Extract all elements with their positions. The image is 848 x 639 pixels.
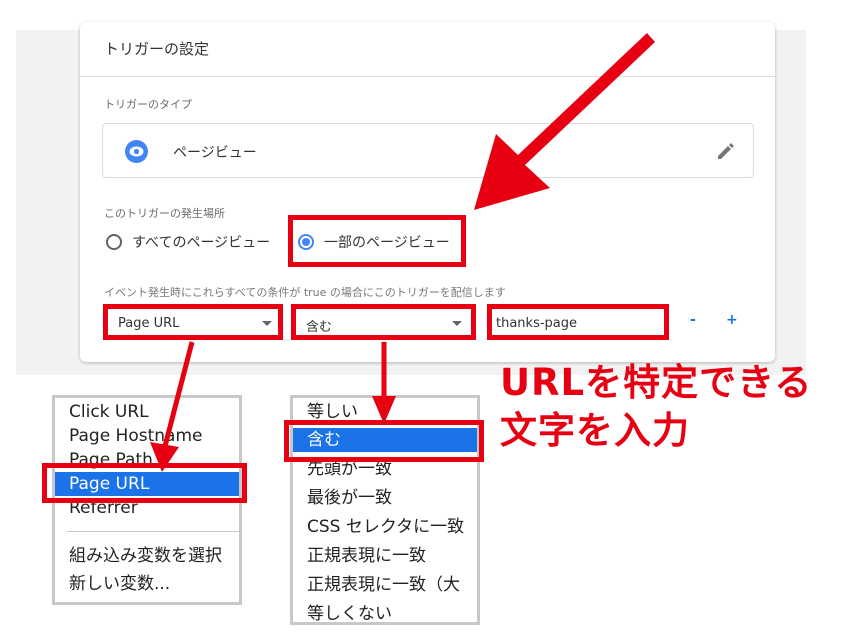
annotation-arrows — [150, 33, 655, 472]
big-arrow-icon — [474, 33, 655, 210]
arrow-down-icon — [372, 342, 396, 424]
arrow-down-left-icon — [150, 341, 195, 472]
